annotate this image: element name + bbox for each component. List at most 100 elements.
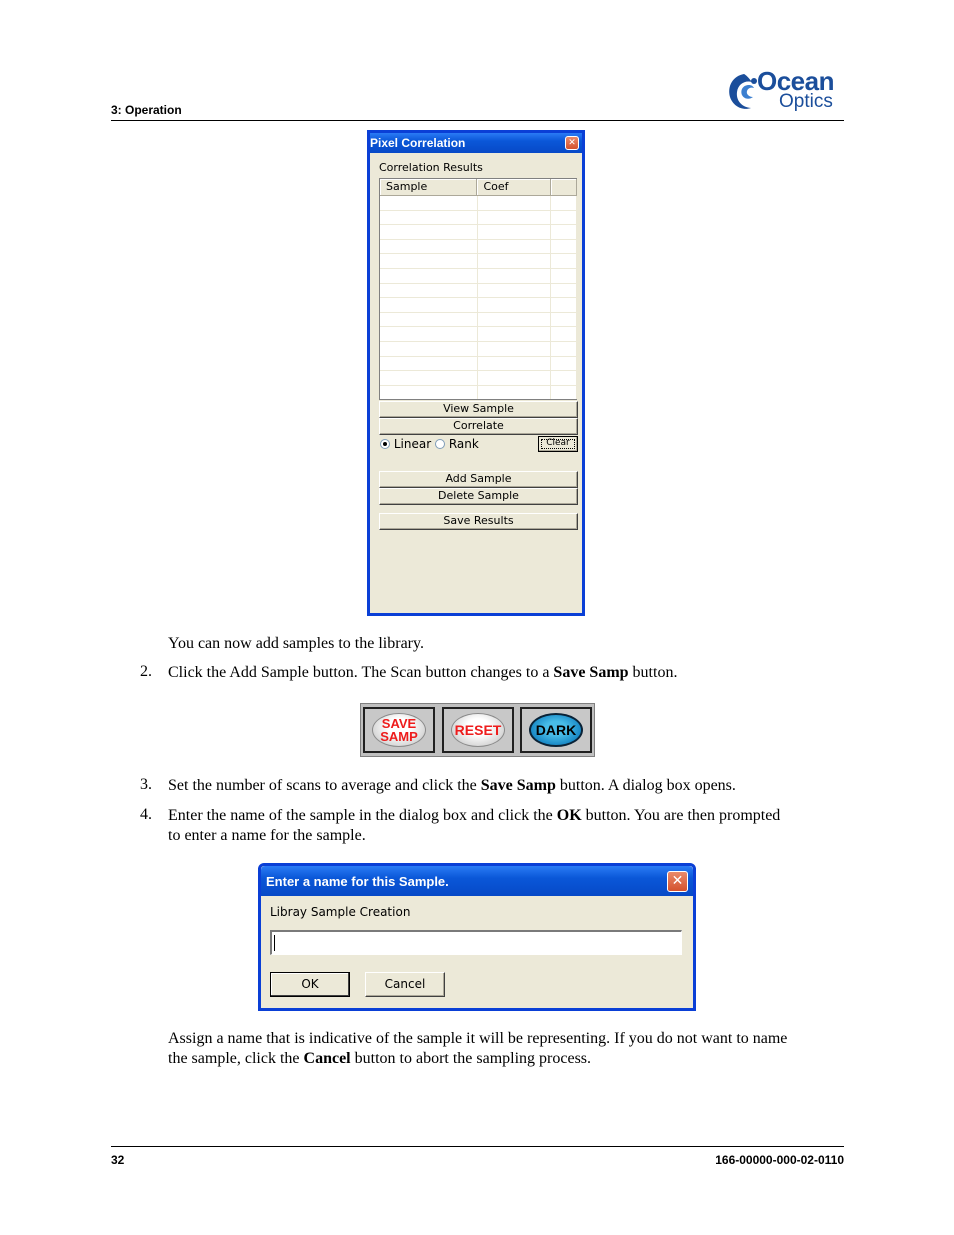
linear-radio[interactable] [380, 439, 390, 449]
coef-cell [478, 268, 552, 283]
step-3-number: 3. [140, 776, 152, 793]
table-row[interactable] [380, 196, 577, 211]
table-row[interactable] [380, 283, 577, 299]
step-4-text-pre: Enter the name of the sample in the dial… [168, 807, 557, 824]
table-row[interactable] [380, 327, 577, 342]
ok-button[interactable]: OK [270, 972, 350, 997]
sample-cell [380, 239, 478, 254]
table-row[interactable] [380, 341, 577, 357]
sample-cell [380, 225, 478, 239]
rank-label: Rank [448, 437, 479, 451]
extra-cell [551, 268, 577, 283]
close-button[interactable]: ✕ [565, 136, 579, 150]
coef-cell [478, 385, 552, 399]
extra-cell [551, 298, 577, 312]
step-2-text: Click the Add Sample button. The Scan bu… [168, 663, 677, 683]
coef-cell [478, 239, 552, 254]
coef-cell [478, 356, 552, 371]
coef-cell [478, 312, 552, 327]
coef-cell [478, 371, 552, 385]
column-header-sample[interactable]: Sample [380, 179, 478, 196]
save-samp-button[interactable]: SAVE SAMP [363, 707, 435, 753]
table-row[interactable] [380, 385, 577, 399]
extra-cell [551, 371, 577, 385]
table-row[interactable] [380, 254, 577, 269]
save-results-button[interactable]: Save Results [379, 513, 578, 530]
scan-buttons-strip: SAVE SAMP RESET DARK [360, 703, 595, 757]
sample-name-input[interactable] [270, 930, 682, 955]
table-row[interactable] [380, 356, 577, 372]
step-4-text: Enter the name of the sample in the dial… [168, 806, 848, 846]
closing-bold: Cancel [303, 1050, 351, 1067]
sample-cell [380, 312, 478, 327]
sample-cell [380, 356, 478, 371]
coef-cell [478, 298, 552, 312]
sample-cell [380, 268, 478, 283]
correlation-results-label: Correlation Results [379, 161, 483, 174]
window-title: Pixel Correlation [370, 136, 466, 150]
reset-button[interactable]: RESET [442, 707, 514, 753]
sample-cell [380, 283, 478, 298]
extra-cell [551, 210, 577, 225]
coef-cell [478, 283, 552, 298]
close-icon: ✕ [671, 873, 684, 889]
table-row[interactable] [380, 371, 577, 386]
table-header: Sample Coef [380, 179, 577, 196]
rank-radio-option[interactable]: Rank [435, 437, 479, 451]
table-row[interactable] [380, 268, 577, 284]
extra-cell [551, 239, 577, 254]
enter-name-titlebar[interactable]: Enter a name for this Sample. ✕ [261, 866, 693, 896]
extra-cell [551, 283, 577, 298]
sample-cell [380, 341, 478, 356]
clear-button[interactable]: Clear [538, 436, 578, 452]
dark-label: DARK [535, 721, 577, 738]
pixel-correlation-titlebar[interactable]: Pixel Correlation ✕ [370, 133, 582, 153]
reset-label: RESET [454, 721, 502, 738]
view-sample-button[interactable]: View Sample [379, 401, 578, 418]
extra-cell [551, 196, 577, 210]
table-row[interactable] [380, 239, 577, 255]
table-row[interactable] [380, 210, 577, 226]
table-row[interactable] [380, 312, 577, 328]
page-number: 32 [111, 1153, 125, 1167]
dialog-title: Enter a name for this Sample. [266, 874, 449, 889]
cancel-button[interactable]: Cancel [365, 972, 445, 997]
step-2-text-post: button. [628, 664, 678, 681]
column-header-coef[interactable]: Coef [477, 179, 552, 196]
delete-sample-button[interactable]: Delete Sample [379, 488, 578, 505]
rank-radio[interactable] [435, 439, 445, 449]
dialog-close-button[interactable]: ✕ [667, 871, 688, 892]
extra-cell [551, 225, 577, 239]
library-sample-creation-label: Libray Sample Creation [270, 905, 411, 919]
correlate-button[interactable]: Correlate [379, 418, 578, 435]
correlation-results-table[interactable]: Sample Coef [379, 178, 577, 400]
closing-line-1: Assign a name that is indicative of the … [168, 1030, 788, 1047]
dark-button[interactable]: DARK [520, 707, 592, 753]
coef-cell [478, 341, 552, 356]
extra-cell [551, 254, 577, 268]
column-header-extra[interactable] [551, 179, 577, 196]
save-samp-label-2: SAMP [380, 729, 418, 744]
table-row[interactable] [380, 225, 577, 240]
step-3-text-pre: Set the number of scans to average and c… [168, 777, 481, 794]
step-4-bold: OK [556, 807, 582, 824]
document-number: 166-00000-000-02-0110 [715, 1153, 844, 1167]
closing-paragraph: Assign a name that is indicative of the … [168, 1029, 848, 1069]
extra-cell [551, 385, 577, 399]
add-sample-button[interactable]: Add Sample [379, 471, 578, 488]
extra-cell [551, 327, 577, 341]
text-caret [274, 935, 275, 951]
coef-cell [478, 196, 552, 210]
sample-cell [380, 210, 478, 225]
closing-line-2-post: button to abort the sampling process. [350, 1050, 592, 1067]
step-2-text-pre: Click the Add Sample button. The Scan bu… [168, 664, 554, 681]
step-4-text-post: button. You are then prompted [581, 807, 781, 824]
linear-radio-option[interactable]: Linear [380, 437, 431, 451]
sample-cell [380, 196, 478, 210]
table-row[interactable] [380, 298, 577, 313]
wave-logo-icon [729, 74, 757, 109]
logo-word-optics: Optics [779, 91, 833, 112]
pixel-correlation-window: Pixel Correlation ✕ Correlation Results … [367, 130, 585, 616]
coef-cell [478, 225, 552, 239]
sample-cell [380, 385, 478, 399]
